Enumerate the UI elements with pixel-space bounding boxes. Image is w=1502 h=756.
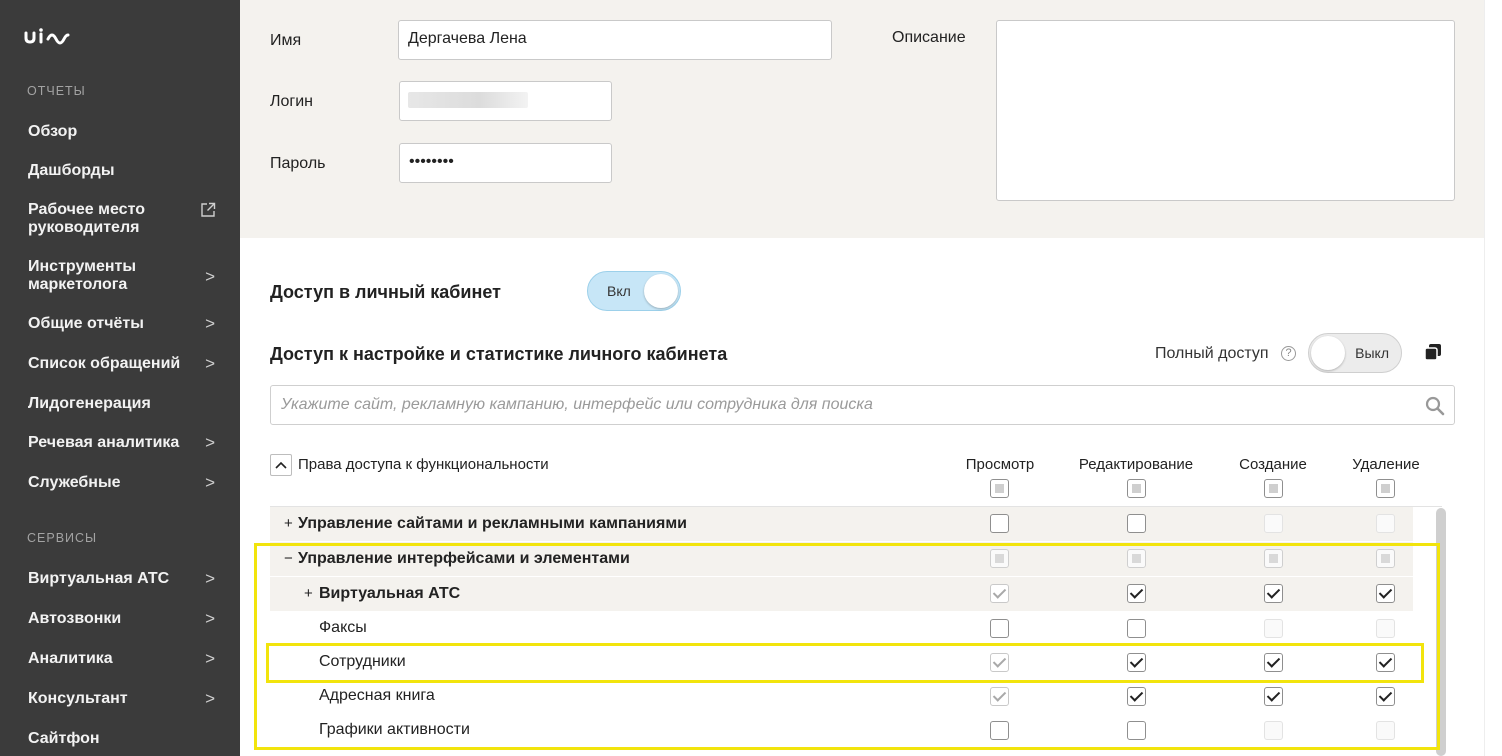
sidebar-item-label: Виртуальная АТС	[28, 570, 170, 587]
chevron-up-icon	[275, 461, 287, 469]
column-header-delete: Удаление	[1352, 456, 1420, 473]
description-label: Описание	[892, 29, 966, 46]
login-label: Логин	[270, 93, 314, 110]
help-icon[interactable]: ?	[1281, 346, 1296, 361]
sidebar-item-virtual-pbx[interactable]: Виртуальная АТС >	[0, 570, 240, 588]
sidebar-item-label: Консультант	[28, 690, 128, 707]
sidebar-item-label: Дашборды	[28, 162, 115, 179]
toggle-label: Вкл	[607, 283, 631, 299]
main-content: Имя Дергачева Лена Логин Пароль ••••••••…	[240, 0, 1502, 756]
sidebar-item-consultant[interactable]: Консультант >	[0, 690, 240, 708]
sidebar-item-manager-workplace[interactable]: Рабочее место руководителя	[0, 201, 240, 237]
chevron-right-icon: >	[205, 649, 215, 668]
full-access-label: Полный доступ	[1155, 345, 1269, 362]
sidebar-item-service[interactable]: Служебные >	[0, 474, 240, 492]
table-header-title: Права доступа к функциональности	[298, 456, 549, 473]
expand-icon[interactable]: +	[284, 515, 294, 532]
sidebar: ОТЧЕТЫ Обзор Дашборды Рабочее место руко…	[0, 0, 240, 756]
sidebar-item-dashboards[interactable]: Дашборды	[0, 162, 240, 180]
search-icon[interactable]	[1425, 396, 1445, 416]
sidebar-item-label-line2: руководителя	[28, 219, 140, 236]
cabinet-access-title: Доступ в личный кабинет	[270, 282, 501, 302]
copy-icon[interactable]	[1423, 342, 1443, 362]
sidebar-item-label: Обзор	[28, 123, 78, 140]
row-create-checkbox[interactable]	[1264, 514, 1283, 533]
description-textarea[interactable]	[996, 20, 1455, 201]
sidebar-item-label: Служебные	[28, 474, 121, 491]
chevron-right-icon: >	[205, 609, 215, 628]
sidebar-item-overview[interactable]: Обзор	[0, 123, 240, 141]
external-link-icon	[201, 202, 216, 217]
sidebar-item-general-reports[interactable]: Общие отчёты >	[0, 315, 240, 333]
chevron-right-icon: >	[205, 473, 215, 492]
page-scrollbar-track[interactable]	[1484, 0, 1502, 756]
settings-access-title: Доступ к настройке и статистике личного …	[270, 344, 728, 364]
full-access-toggle[interactable]: Выкл	[1308, 333, 1402, 373]
chevron-right-icon: >	[205, 354, 215, 373]
search-placeholder: Укажите сайт, рекламную кампанию, интерф…	[281, 396, 873, 413]
name-input[interactable]: Дергачева Лена	[398, 20, 832, 60]
sidebar-item-label: Автозвонки	[28, 610, 122, 627]
sidebar-item-label: Аналитика	[28, 650, 113, 667]
row-view-checkbox[interactable]	[990, 514, 1009, 533]
sidebar-item-label: Речевая аналитика	[28, 434, 180, 451]
select-all-create-checkbox[interactable]	[1264, 479, 1283, 498]
row-edit-checkbox[interactable]	[1127, 514, 1146, 533]
column-header-create: Создание	[1239, 456, 1307, 473]
row-label: Управление сайтами и рекламными кампания…	[298, 515, 687, 532]
section-title-reports: ОТЧЕТЫ	[27, 84, 86, 98]
row-delete-checkbox[interactable]	[1376, 514, 1395, 533]
table-row: + Управление сайтами и рекламными кампан…	[270, 507, 1413, 541]
name-label: Имя	[270, 32, 302, 49]
sidebar-item-label: Общие отчёты	[28, 315, 144, 332]
toggle-label: Выкл	[1355, 345, 1389, 361]
sidebar-item-label: Список обращений	[28, 355, 181, 372]
sidebar-item-marketing-tools[interactable]: Инструменты маркетолога >	[0, 258, 240, 294]
section-title-services: СЕРВИСЫ	[27, 531, 98, 545]
toggle-knob	[1311, 336, 1345, 370]
select-all-edit-checkbox[interactable]	[1127, 479, 1146, 498]
password-label: Пароль	[270, 155, 326, 172]
chevron-right-icon: >	[205, 689, 215, 708]
cabinet-access-toggle[interactable]: Вкл	[587, 271, 681, 311]
collapse-all-button[interactable]	[270, 454, 292, 476]
login-input[interactable]	[399, 81, 612, 121]
column-header-edit: Редактирование	[1078, 456, 1194, 473]
employee-form-panel: Имя Дергачева Лена Логин Пароль ••••••••…	[240, 0, 1484, 238]
sidebar-item-autocalls[interactable]: Автозвонки >	[0, 610, 240, 628]
select-all-delete-checkbox[interactable]	[1376, 479, 1395, 498]
highlight-frame-employees	[266, 643, 1424, 683]
sidebar-item-requests-list[interactable]: Список обращений >	[0, 355, 240, 373]
login-blurred-value	[408, 92, 528, 108]
sidebar-item-analytics[interactable]: Аналитика >	[0, 650, 240, 668]
sidebar-item-label: Сайтфон	[28, 730, 100, 747]
column-header-view: Просмотр	[965, 456, 1035, 473]
sidebar-item-sitephone[interactable]: Сайтфон	[0, 730, 240, 748]
sidebar-item-label: Лидогенерация	[28, 395, 151, 412]
uis-logo[interactable]	[24, 26, 70, 46]
select-all-view-checkbox[interactable]	[990, 479, 1009, 498]
chevron-right-icon: >	[205, 267, 215, 286]
password-input[interactable]: ••••••••	[399, 143, 612, 183]
sidebar-item-lead-generation[interactable]: Лидогенерация	[0, 395, 240, 413]
search-input[interactable]: Укажите сайт, рекламную кампанию, интерф…	[270, 385, 1455, 425]
chevron-right-icon: >	[205, 569, 215, 588]
sidebar-item-speech-analytics[interactable]: Речевая аналитика >	[0, 434, 240, 452]
chevron-right-icon: >	[205, 433, 215, 452]
chevron-right-icon: >	[205, 314, 215, 333]
toggle-knob	[644, 274, 678, 308]
